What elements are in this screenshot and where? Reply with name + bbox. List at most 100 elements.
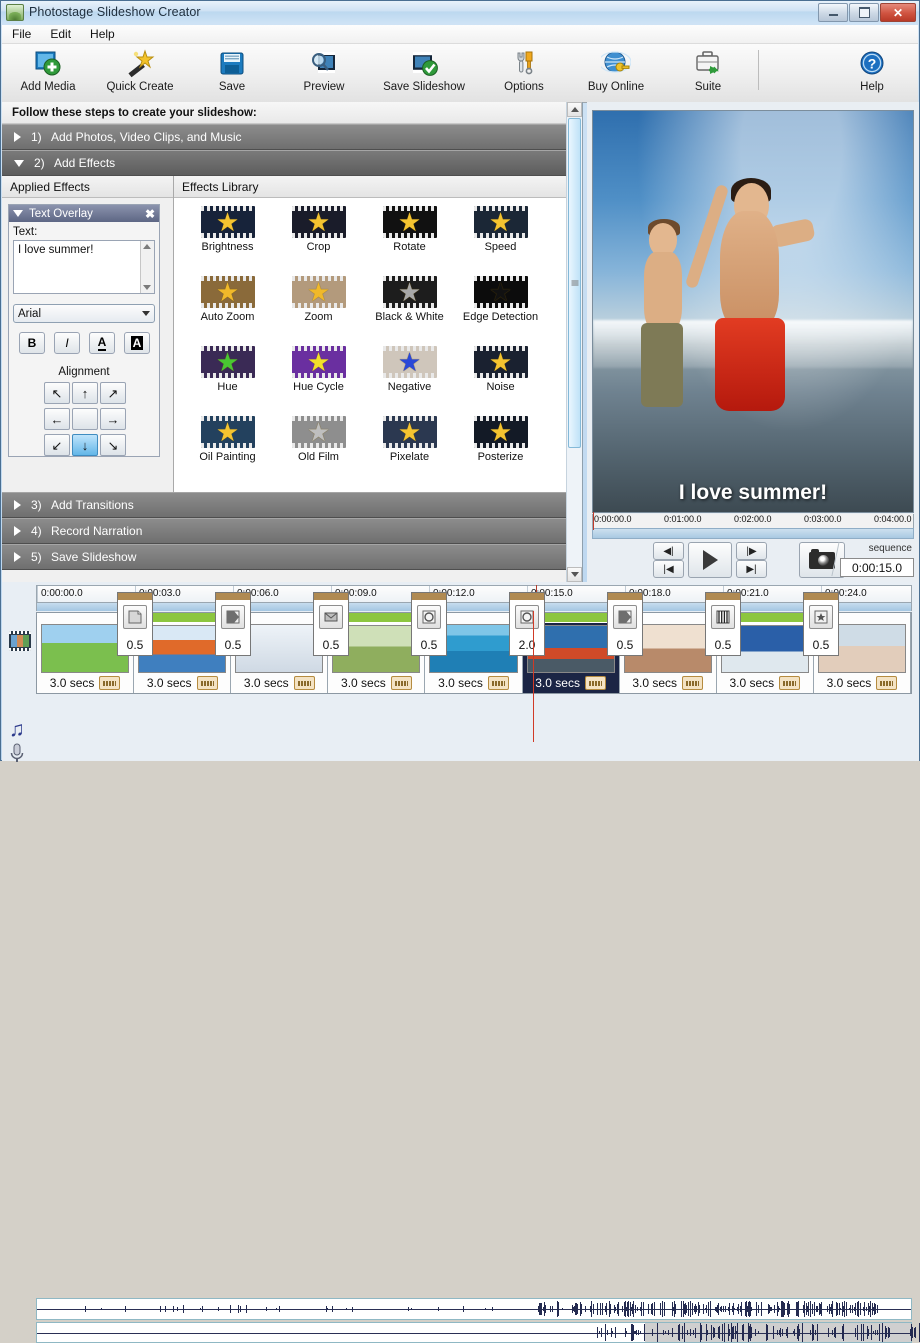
clip-duration[interactable]: 3.0 secs xyxy=(134,673,230,693)
timeline-transition[interactable]: 0.5 xyxy=(803,592,839,656)
close-icon[interactable]: ✖ xyxy=(145,208,155,220)
align-top-left-button[interactable]: ↖ xyxy=(44,382,70,404)
clip-duration[interactable]: 3.0 secs xyxy=(37,673,133,693)
effect-item[interactable]: ★ Brightness xyxy=(182,206,273,276)
step-1-add-media[interactable]: 1) Add Photos, Video Clips, and Music xyxy=(2,124,582,150)
overlay-text-input[interactable]: I love summer! xyxy=(13,240,155,294)
video-track-icon[interactable] xyxy=(9,631,31,651)
align-bottom-center-button[interactable]: ↓ xyxy=(72,434,98,456)
step-3-add-transitions[interactable]: 3) Add Transitions xyxy=(2,492,582,518)
step-forward-button[interactable]: |▶ xyxy=(736,542,767,560)
menu-help[interactable]: Help xyxy=(90,27,115,41)
timeline-transition[interactable]: 0.5 xyxy=(117,592,153,656)
toolbar-buy-online[interactable]: Buy Online xyxy=(570,44,662,100)
toolbar-suite[interactable]: Suite xyxy=(662,44,754,100)
clip-duration[interactable]: 3.0 secs xyxy=(231,673,327,693)
step-back-button[interactable]: ◀| xyxy=(653,542,684,560)
effect-item[interactable]: ★ Auto Zoom xyxy=(182,276,273,346)
timeline-transition[interactable]: 0.5 xyxy=(313,592,349,656)
font-family-select[interactable]: Arial xyxy=(13,304,155,323)
effect-item[interactable]: ★ Pixelate xyxy=(364,416,455,486)
effect-item[interactable]: ★ Rotate xyxy=(364,206,455,276)
toolbar-quick-create[interactable]: Quick Create xyxy=(94,44,186,100)
step-2-add-effects[interactable]: 2) Add Effects xyxy=(2,150,582,176)
go-to-end-button[interactable]: ▶| xyxy=(736,560,767,578)
timeline-transition[interactable]: 0.5 xyxy=(705,592,741,656)
timeline-ruler[interactable]: 0:00:00.0 0:00:03.0 0:00:06.0 0:00:09.0 0:00… xyxy=(36,585,912,603)
go-to-start-button[interactable]: |◀ xyxy=(653,560,684,578)
effect-item[interactable]: ★ Negative xyxy=(364,346,455,416)
effect-item[interactable]: ★ Hue xyxy=(182,346,273,416)
overlay-text-scrollbar[interactable] xyxy=(140,241,154,293)
duration-chip-icon[interactable] xyxy=(197,676,218,690)
text-overlay-header[interactable]: Text Overlay ✖ xyxy=(9,205,159,222)
scrollbar-thumb[interactable] xyxy=(568,118,581,448)
duration-chip-icon[interactable] xyxy=(779,676,800,690)
clip-duration[interactable]: 3.0 secs xyxy=(620,673,716,693)
duration-chip-icon[interactable] xyxy=(488,676,509,690)
text-color-button[interactable]: A xyxy=(89,332,115,354)
menu-file[interactable]: File xyxy=(12,27,31,41)
close-button[interactable]: ✕ xyxy=(880,3,916,22)
toolbar-save[interactable]: Save xyxy=(186,44,278,100)
effect-item[interactable]: ★ Hue Cycle xyxy=(273,346,364,416)
clip-duration[interactable]: 3.0 secs xyxy=(523,673,619,693)
music-track[interactable] xyxy=(36,1298,912,1320)
effect-item[interactable]: ★ Old Film xyxy=(273,416,364,486)
scroll-down-button[interactable] xyxy=(567,567,582,582)
preview-image[interactable]: I love summer! xyxy=(592,110,914,513)
scroll-down-icon[interactable] xyxy=(143,285,151,290)
effect-item[interactable]: ★ Edge Detection xyxy=(455,276,546,346)
effect-item[interactable]: ★ Posterize xyxy=(455,416,546,486)
italic-button[interactable]: I xyxy=(54,332,80,354)
align-top-center-button[interactable]: ↑ xyxy=(72,382,98,404)
timeline-transition[interactable]: 2.0 xyxy=(509,592,545,656)
timeline-clip-strip[interactable]: 3.0 secs 3.0 secs 3.0 secs 3.0 secs 3.0 secs… xyxy=(36,612,912,694)
align-top-right-button[interactable]: ↗ xyxy=(100,382,126,404)
timeline-transition[interactable]: 0.5 xyxy=(607,592,643,656)
effect-item[interactable]: ★ Speed xyxy=(455,206,546,276)
duration-chip-icon[interactable] xyxy=(876,676,897,690)
align-middle-left-button[interactable]: ← xyxy=(44,408,70,430)
maximize-button[interactable] xyxy=(849,3,879,22)
align-middle-center-button[interactable] xyxy=(72,408,98,430)
clip-duration[interactable]: 3.0 secs xyxy=(814,673,910,693)
sequence-time-value[interactable]: 0:00:15.0 xyxy=(840,558,914,577)
menu-edit[interactable]: Edit xyxy=(50,27,71,41)
scroll-up-button[interactable] xyxy=(567,102,582,117)
clip-duration[interactable]: 3.0 secs xyxy=(425,673,521,693)
music-track-icon[interactable]: ♫ xyxy=(9,719,25,740)
duration-chip-icon[interactable] xyxy=(682,676,703,690)
align-bottom-right-button[interactable]: ↘ xyxy=(100,434,126,456)
timeline-transition[interactable]: 0.5 xyxy=(215,592,251,656)
preview-ruler[interactable]: 0:00:00.0 0:01:00.0 0:02:00.0 0:03:00.0 0:04… xyxy=(592,514,914,528)
timeline-transition[interactable]: 0.5 xyxy=(411,592,447,656)
scroll-up-icon[interactable] xyxy=(143,244,151,249)
clip-duration[interactable]: 3.0 secs xyxy=(328,673,424,693)
steps-pane-scrollbar[interactable] xyxy=(566,102,582,582)
clip-duration[interactable]: 3.0 secs xyxy=(717,673,813,693)
narration-track-icon[interactable] xyxy=(9,743,25,766)
toolbar-preview[interactable]: Preview xyxy=(278,44,370,100)
text-background-button[interactable]: A xyxy=(124,332,150,354)
bold-button[interactable]: B xyxy=(19,332,45,354)
minimize-button[interactable] xyxy=(818,3,848,22)
timeline-scrub-band[interactable] xyxy=(36,603,912,611)
effect-item[interactable]: ★ Noise xyxy=(455,346,546,416)
toolbar-add-media[interactable]: Add Media xyxy=(2,44,94,100)
step-5-save-slideshow[interactable]: 5) Save Slideshow xyxy=(2,544,582,570)
effect-item[interactable]: ★ Black & White xyxy=(364,276,455,346)
effect-item[interactable]: ★ Zoom xyxy=(273,276,364,346)
toolbar-help[interactable]: ? Help xyxy=(826,44,918,100)
duration-chip-icon[interactable] xyxy=(294,676,315,690)
preview-seek-bar[interactable] xyxy=(592,528,914,539)
duration-chip-icon[interactable] xyxy=(99,676,120,690)
effect-item[interactable]: ★ Crop xyxy=(273,206,364,276)
toolbar-save-slideshow[interactable]: Save Slideshow xyxy=(370,44,478,100)
toolbar-options[interactable]: Options xyxy=(478,44,570,100)
effect-item[interactable]: ★ Oil Painting xyxy=(182,416,273,486)
play-button[interactable] xyxy=(688,542,732,578)
narration-track[interactable] xyxy=(36,1322,912,1343)
step-4-record-narration[interactable]: 4) Record Narration xyxy=(2,518,582,544)
align-middle-right-button[interactable]: → xyxy=(100,408,126,430)
